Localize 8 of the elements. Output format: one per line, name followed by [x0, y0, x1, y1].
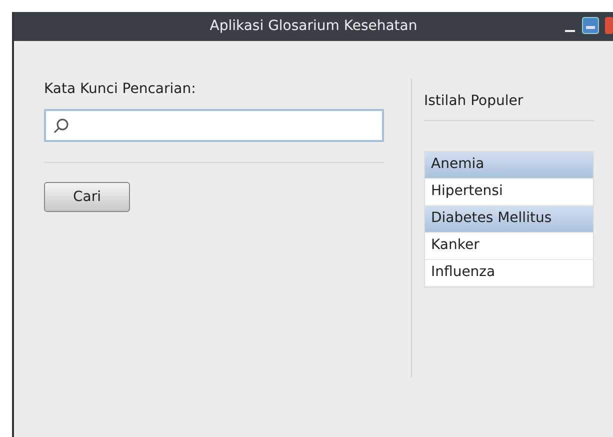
term-item[interactable]: Kanker: [425, 233, 593, 260]
section-title: Istilah Populer: [424, 79, 594, 121]
term-item[interactable]: Diabetes Mellitus: [425, 206, 593, 233]
term-item[interactable]: Influenza: [425, 260, 593, 287]
search-label: Kata Kunci Pencarian:: [44, 80, 197, 99]
window-title: Aplikasi Glosarium Kesehatan: [210, 17, 418, 36]
term-item[interactable]: Anemia: [425, 152, 593, 179]
search-button[interactable]: Cari: [44, 182, 130, 212]
